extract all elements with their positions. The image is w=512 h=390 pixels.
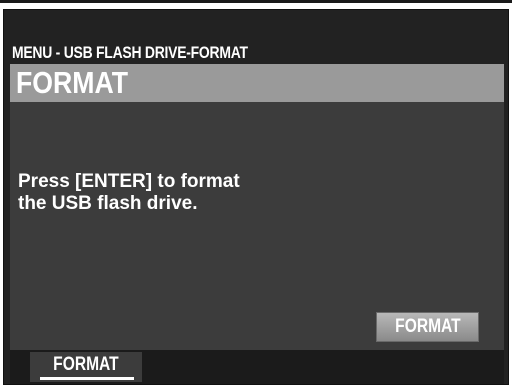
- format-button-label: FORMAT: [394, 316, 461, 337]
- content-area: Press [ENTER] to format the USB flash dr…: [10, 102, 504, 350]
- breadcrumb: MENU - USB FLASH DRIVE-FORMAT: [12, 43, 248, 62]
- device-display-frame: MENU - USB FLASH DRIVE-FORMAT FORMAT Pre…: [0, 0, 512, 390]
- title-bar: FORMAT: [10, 64, 504, 102]
- format-button[interactable]: FORMAT: [376, 312, 479, 342]
- tab-format-label: FORMAT: [53, 354, 119, 375]
- page-title: FORMAT: [16, 65, 129, 100]
- instruction-message: Press [ENTER] to format the USB flash dr…: [18, 171, 240, 215]
- tab-selected-indicator: [40, 377, 134, 380]
- bottom-margin: [0, 385, 512, 390]
- instruction-line-2: the USB flash drive.: [18, 193, 198, 214]
- tab-format[interactable]: FORMAT: [30, 352, 142, 382]
- instruction-line-1: Press [ENTER] to format: [18, 171, 240, 192]
- tab-format-label-wrap: FORMAT: [30, 353, 142, 377]
- bottom-tab-bar: FORMAT: [10, 350, 504, 384]
